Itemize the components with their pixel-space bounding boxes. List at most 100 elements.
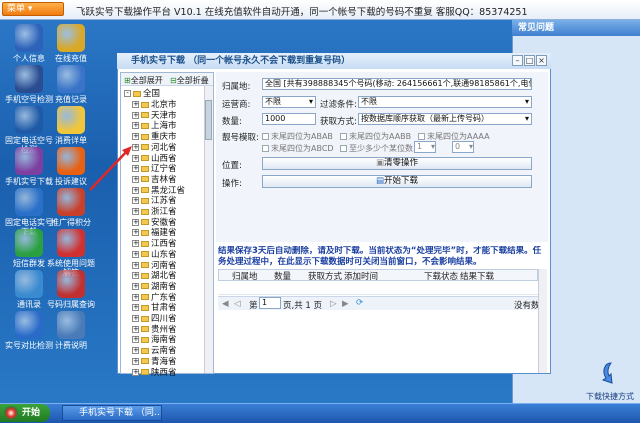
taskbar-window-item[interactable]: 手机实号下载 （同… xyxy=(62,405,162,421)
expand-icon[interactable]: + xyxy=(132,261,139,269)
collapse-all-button[interactable]: ⊟全部折叠 xyxy=(170,75,209,86)
clear-button[interactable]: ▣清零操作 xyxy=(262,157,532,170)
tree-item-region[interactable]: + 江西省 xyxy=(132,239,212,250)
desktop-icon[interactable]: 推广得积分 xyxy=(46,188,96,227)
expand-icon[interactable]: + xyxy=(132,240,139,248)
tree-item-region[interactable]: + 四川省 xyxy=(132,314,212,325)
tree-item-region[interactable]: + 浙江省 xyxy=(132,207,212,218)
expand-icon[interactable]: + xyxy=(132,368,139,376)
tree-item-region[interactable]: + 云南省 xyxy=(132,346,212,357)
refresh-icon[interactable]: ⟳ xyxy=(356,298,363,308)
expand-icon[interactable]: + xyxy=(132,208,139,215)
expand-icon[interactable]: + xyxy=(132,272,139,280)
expand-icon[interactable]: + xyxy=(132,336,139,344)
expand-icon[interactable]: + xyxy=(132,357,139,365)
next-page-icon[interactable]: ▷ xyxy=(330,299,337,309)
tree-item-region[interactable]: + 青海省 xyxy=(132,357,212,368)
last-page-icon[interactable]: ▶ xyxy=(342,299,349,309)
tree-item-region[interactable]: + 山东省 xyxy=(132,250,212,261)
expand-all-button[interactable]: ⊞全部展开 xyxy=(124,75,163,86)
operator-label: 运营商: xyxy=(222,100,251,110)
tree-item-region[interactable]: + 江苏省 xyxy=(132,196,212,207)
filter-select[interactable]: 不限 ▾ xyxy=(358,96,532,108)
first-page-icon[interactable]: ◀ xyxy=(222,299,229,309)
desktop-icon[interactable]: 消费详单 xyxy=(46,106,96,145)
prev-page-icon[interactable]: ◁ xyxy=(234,299,241,309)
desktop-icon-label: 在线充值 xyxy=(55,54,87,63)
expand-icon[interactable]: + xyxy=(132,101,139,108)
expand-icon[interactable]: + xyxy=(132,347,139,355)
tree-item-region[interactable]: + 黑龙江省 xyxy=(132,186,212,197)
opt-abcd-checkbox[interactable]: 末尾四位为ABCD xyxy=(262,143,334,154)
tree-item-region[interactable]: + 重庆市 xyxy=(132,132,212,143)
maximize-button[interactable]: □ xyxy=(524,55,535,66)
tree-item-label: 贵州省 xyxy=(151,324,177,335)
tree-item-label: 辽宁省 xyxy=(151,164,177,175)
tree-item-region[interactable]: + 山西省 xyxy=(132,154,212,165)
tree-item-region[interactable]: + 陕西省 xyxy=(132,368,212,379)
expand-icon[interactable]: + xyxy=(132,197,139,205)
expand-icon[interactable]: + xyxy=(132,154,139,162)
minimize-button[interactable]: – xyxy=(512,55,523,66)
download-shortcut-label[interactable]: 下载快捷方式 xyxy=(586,391,634,402)
region-label: 归属地: xyxy=(222,82,251,92)
expand-icon[interactable]: + xyxy=(132,293,139,301)
expand-icon[interactable]: + xyxy=(132,229,139,237)
opt-abab-checkbox[interactable]: 末尾四位为ABAB xyxy=(262,131,333,142)
tree-item-label: 黑龙江省 xyxy=(151,185,186,196)
desktop-icon[interactable]: 计费说明 xyxy=(46,311,96,350)
expand-icon[interactable]: + xyxy=(132,186,139,194)
expand-icon[interactable]: + xyxy=(132,250,139,258)
desktop-icon[interactable]: 投诉建议 xyxy=(46,147,96,186)
method-select[interactable]: 按数据库顺序获取（最新上传号码） ▾ xyxy=(358,113,532,125)
download-shortcut-icon[interactable] xyxy=(598,360,624,386)
start-download-button[interactable]: ▤开始下载 xyxy=(262,175,532,188)
expand-icon[interactable]: + xyxy=(132,304,139,312)
region-field[interactable]: 全国 [共有398888345个号码(移动: 264156661个,联通9818… xyxy=(262,78,532,90)
expand-icon[interactable]: + xyxy=(132,282,139,290)
expand-icon[interactable]: + xyxy=(132,175,139,183)
opt-min-digits-checkbox[interactable]: 至少多少个某位数 xyxy=(340,143,413,154)
close-button[interactable]: × xyxy=(536,55,547,66)
desktop-icon[interactable]: 号码归属查询 xyxy=(46,270,96,309)
folder-icon xyxy=(141,229,149,236)
tree-item-region[interactable]: + 北京市 xyxy=(132,100,212,111)
expand-icon[interactable]: + xyxy=(132,165,139,173)
desktop-icon[interactable]: 充值记录 xyxy=(46,65,96,104)
tree-item-region[interactable]: + 河北省 xyxy=(132,143,212,154)
expand-icon[interactable]: + xyxy=(132,143,139,151)
grid-scrollbar[interactable] xyxy=(538,269,547,373)
tree-item-region[interactable]: + 海南省 xyxy=(132,335,212,346)
tree-item-region[interactable]: + 甘肃省 xyxy=(132,303,212,314)
expand-icon[interactable]: + xyxy=(132,133,139,141)
folder-icon xyxy=(141,122,149,129)
digit-spinner[interactable]: 1 ▾ xyxy=(414,141,436,153)
expand-icon[interactable]: + xyxy=(132,315,139,322)
tree-item-region[interactable]: + 上海市 xyxy=(132,121,212,132)
tree-item-region[interactable]: + 辽宁省 xyxy=(132,164,212,175)
app-icon xyxy=(15,229,43,257)
expand-icon[interactable]: + xyxy=(132,218,139,226)
tree-item-region[interactable]: + 广东省 xyxy=(132,293,212,304)
qty-field[interactable]: 1000 xyxy=(262,113,316,125)
opt-aabb-checkbox[interactable]: 末尾四位为AABB xyxy=(340,131,411,142)
tree-item-label: 天津市 xyxy=(151,110,177,121)
menu-button[interactable]: 菜单 ▾ xyxy=(2,2,64,16)
tree-root[interactable]: - 全国 xyxy=(124,89,204,100)
tree-item-label: 江苏省 xyxy=(151,196,177,207)
desktop-icon[interactable]: 在线充值 xyxy=(46,24,96,63)
tree-scroll-thumb[interactable] xyxy=(205,100,212,140)
tree-item-region[interactable]: + 福建省 xyxy=(132,228,212,239)
folder-icon xyxy=(141,197,149,204)
position-label: 位置: xyxy=(222,161,242,171)
expand-icon[interactable]: + xyxy=(132,122,139,130)
expand-icon[interactable]: + xyxy=(132,111,139,119)
tree-item-region[interactable]: + 湖南省 xyxy=(132,282,212,293)
tree-item-region[interactable]: + 湖北省 xyxy=(132,271,212,282)
count-spinner[interactable]: 0 ▾ xyxy=(452,141,474,153)
page-number-input[interactable]: 1 xyxy=(259,297,281,309)
expand-icon[interactable]: + xyxy=(132,325,139,333)
tree-item-region[interactable]: + 吉林省 xyxy=(132,175,212,186)
operator-select[interactable]: 不限 ▾ xyxy=(262,96,316,108)
tree-item-region[interactable]: + 河南省 xyxy=(132,261,212,272)
